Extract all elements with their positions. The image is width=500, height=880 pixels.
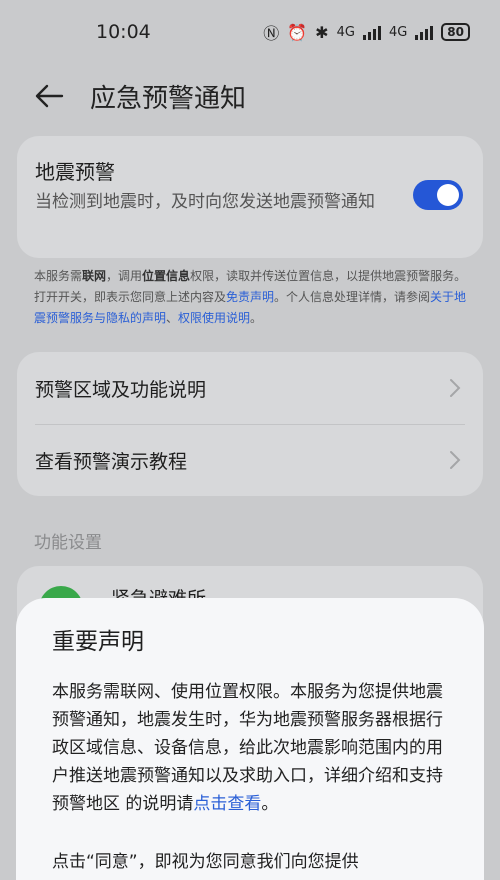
view-details-link[interactable]: 点击查看	[193, 794, 261, 814]
notice-text: 。个人信息处理详情，请参阅	[274, 290, 431, 304]
notice-text: 本服务需	[34, 269, 83, 283]
status-icons: Ⓝ ⏰ ✱ 4G 4G 80	[263, 20, 470, 44]
menu-item-warning-area[interactable]: 预警区域及功能说明	[17, 352, 483, 424]
menu-item-demo-tutorial[interactable]: 查看预警演示教程	[17, 424, 483, 496]
earthquake-warning-toggle[interactable]	[413, 180, 463, 210]
notice-text: 、	[166, 311, 179, 325]
menu-item-label: 预警区域及功能说明	[35, 378, 207, 401]
back-arrow-icon[interactable]	[34, 81, 64, 111]
notice-text: 。	[250, 311, 263, 325]
notice-text: ，调用	[106, 269, 143, 283]
nfc-icon: Ⓝ	[263, 24, 280, 43]
dialog-title: 重要声明	[52, 629, 144, 655]
bluetooth-icon: ✱	[315, 22, 329, 42]
service-notice: 本服务需联网，调用位置信息权限，读取并传送位置信息，以提供地震预警服务。打开开关…	[34, 266, 474, 329]
info-menu-card: 预警区域及功能说明 查看预警演示教程	[17, 352, 483, 496]
status-time: 10:04	[96, 21, 151, 43]
section-label-settings: 功能设置	[34, 533, 102, 553]
earthquake-warning-card: 地震预警 当检测到地震时，及时向您发送地震预警通知	[17, 136, 483, 258]
header: 应急预警通知	[0, 70, 500, 122]
earthquake-warning-title: 地震预警	[35, 160, 115, 184]
network-type-2: 4G	[388, 24, 408, 40]
disclaimer-link[interactable]: 免责声明	[226, 290, 274, 304]
chevron-right-icon	[450, 379, 461, 397]
notice-bold: 位置信息	[142, 269, 191, 283]
dialog-body-text: 。	[261, 794, 279, 814]
signal-strength-1-icon	[362, 24, 381, 40]
status-bar: 10:04 Ⓝ ⏰ ✱ 4G 4G 80	[0, 0, 500, 64]
toggle-knob	[437, 184, 459, 206]
menu-item-label: 查看预警演示教程	[35, 450, 188, 473]
dialog-consent-text: 点击“同意”，即视为您同意我们向您提供	[52, 852, 359, 872]
dialog-body: 本服务需联网、使用位置权限。本服务为您提供地震预警通知，地震发生时，华为地震预警…	[52, 678, 454, 818]
network-type-1: 4G	[336, 24, 355, 40]
permission-info-link[interactable]: 权限使用说明	[178, 311, 250, 325]
signal-strength-2-icon	[415, 24, 434, 40]
earthquake-warning-description: 当检测到地震时，及时向您发送地震预警通知	[35, 192, 375, 212]
page-title: 应急预警通知	[90, 83, 247, 114]
battery-icon: 80	[441, 23, 470, 41]
notice-bold: 联网	[82, 269, 107, 283]
important-notice-dialog: 重要声明 本服务需联网、使用位置权限。本服务为您提供地震预警通知，地震发生时，华…	[16, 598, 484, 880]
alarm-icon: ⏰	[287, 22, 308, 42]
chevron-right-icon	[450, 451, 461, 469]
